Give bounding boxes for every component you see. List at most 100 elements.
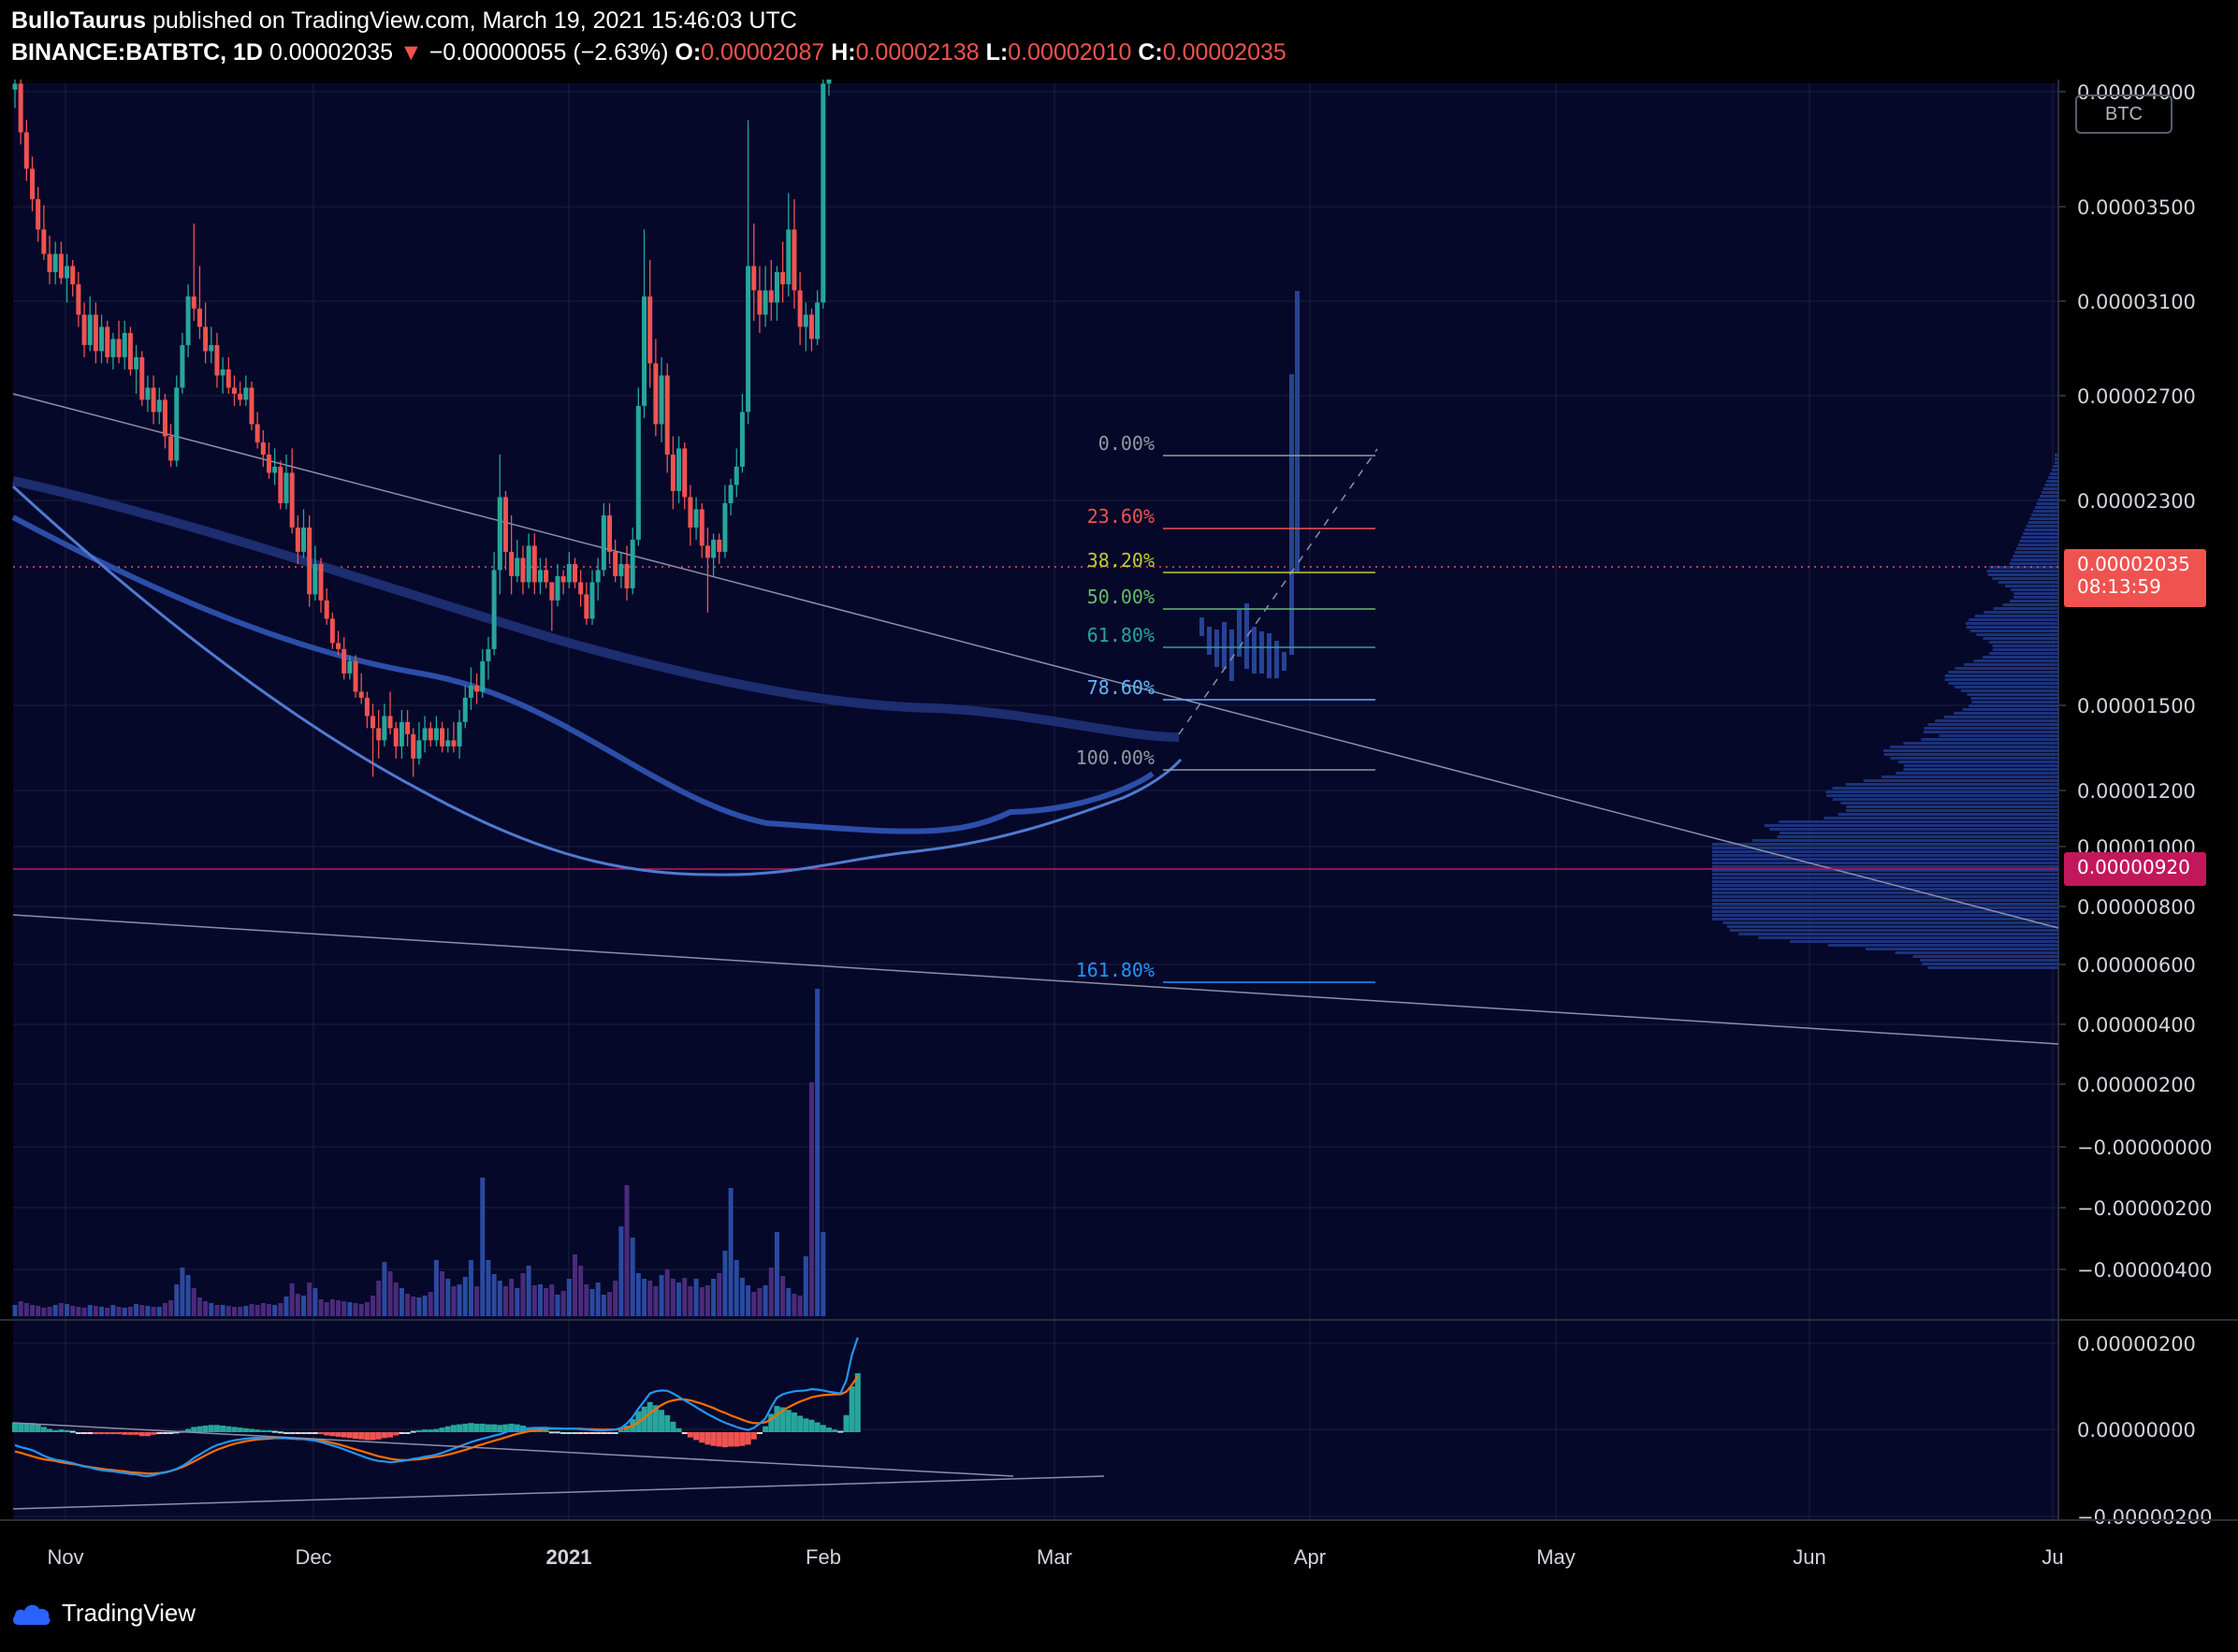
macd-histogram-bar — [548, 1431, 555, 1434]
volume-profile-row — [1935, 719, 2058, 722]
volume-profile-row — [1882, 775, 2058, 778]
volume-bar — [705, 1285, 710, 1316]
volume-profile-row — [2055, 461, 2058, 464]
candle-body — [185, 296, 191, 345]
volume-profile-row — [1896, 772, 2058, 775]
candle-body — [41, 229, 47, 254]
chart-area[interactable]: 0.00004000 0.00003500 0.00003100 0.00002700… — [0, 80, 2238, 1587]
volume-bar — [209, 1303, 214, 1316]
candle — [174, 375, 180, 467]
candle-body — [387, 716, 393, 729]
volume-profile-row — [1712, 906, 2058, 909]
tradingview-logo[interactable]: TradingView — [11, 1599, 196, 1628]
projection-bar — [1207, 627, 1212, 655]
candle-body — [480, 660, 486, 692]
macd-histogram-bar — [422, 1429, 429, 1432]
volume-bar — [324, 1302, 329, 1316]
candle-body — [122, 332, 127, 357]
candle — [353, 655, 358, 698]
candle-body — [549, 582, 555, 601]
macd-histogram-bar — [560, 1432, 567, 1434]
volume-bar — [515, 1288, 520, 1316]
candle-body — [399, 721, 404, 746]
projection-bar — [1289, 374, 1294, 655]
time-axis-label: Feb — [806, 1545, 841, 1569]
candle-body — [699, 509, 705, 546]
volume-bar — [225, 1306, 231, 1316]
volume-profile-row — [1712, 910, 2058, 913]
macd-histogram-bar — [763, 1426, 769, 1432]
volume-bar — [116, 1307, 122, 1316]
symbol-label[interactable]: BINANCE:BATBTC, 1D — [11, 39, 263, 65]
candle-body — [272, 466, 278, 473]
macd-histogram-bar — [104, 1432, 110, 1435]
macd-histogram-bar — [410, 1430, 416, 1433]
volume-profile-row — [2044, 484, 2058, 486]
candle-body — [555, 575, 560, 601]
macd-histogram-bar — [64, 1429, 70, 1432]
candle-body — [520, 558, 526, 583]
macd-histogram-bar — [814, 1422, 821, 1432]
volume-bar — [537, 1284, 543, 1316]
candle-body — [162, 399, 167, 437]
candle-body — [717, 539, 722, 552]
macd-histogram-bar — [589, 1432, 595, 1434]
volume-profile-row — [1712, 884, 2058, 887]
volume-profile-row — [1846, 805, 2058, 808]
volume-profile-row — [1826, 794, 2058, 797]
volume-profile-row — [1983, 637, 2058, 640]
volume-profile-row — [2040, 495, 2058, 498]
macd-histogram-bar — [854, 1373, 861, 1432]
candle-body — [584, 594, 589, 619]
macd-histogram-bar — [572, 1432, 578, 1434]
volume-bar — [572, 1254, 577, 1316]
macd-histogram-bar — [144, 1432, 151, 1437]
price-axis-label: 0.00000400 — [2077, 1014, 2196, 1036]
volume-profile-row — [1712, 918, 2058, 920]
volume-profile-row — [1712, 903, 2058, 906]
macd-histogram-bar — [554, 1431, 560, 1434]
volume-profile-row — [1845, 809, 2058, 812]
macd-histogram-bar — [450, 1425, 457, 1432]
volume-profile-row — [1838, 813, 2058, 816]
macd-histogram-bar — [122, 1432, 128, 1435]
volume-profile-row — [2055, 457, 2058, 460]
macd-histogram-bar — [162, 1432, 168, 1434]
currency-badge[interactable]: BTC — [2075, 94, 2173, 134]
brand-name: TradingView — [62, 1599, 196, 1627]
candle-body — [70, 266, 76, 284]
volume-bar — [382, 1262, 387, 1316]
macd-histogram-bar — [676, 1427, 682, 1432]
volume-profile-row — [1769, 828, 2058, 831]
macd-histogram-bar — [491, 1424, 498, 1432]
macd-histogram-bar — [756, 1432, 763, 1434]
macd-histogram-bar — [127, 1432, 134, 1435]
volume-profile-row — [2021, 536, 2058, 539]
volume-profile-row — [2027, 521, 2058, 524]
volume-profile-row — [1912, 955, 2058, 958]
author-name[interactable]: BulloTaurus — [11, 7, 146, 34]
macd-histogram-bar — [116, 1432, 123, 1435]
volume-bar — [105, 1308, 110, 1316]
volume-bar — [289, 1283, 295, 1316]
volume-bar — [329, 1299, 335, 1316]
candle-body — [422, 728, 428, 741]
volume-bar — [566, 1279, 572, 1316]
macd-histogram-bar — [312, 1432, 318, 1434]
volume-bar — [688, 1286, 693, 1316]
candle-body — [156, 399, 162, 413]
macd-axis-label: 0.00000200 — [2077, 1333, 2196, 1355]
macd-histogram-bar — [47, 1428, 53, 1432]
projection-bar — [1214, 630, 1219, 667]
volume-profile-row — [1712, 847, 2058, 849]
volume-bar — [445, 1279, 451, 1316]
chart-canvas[interactable]: 0.000040000.000035000.000031000.00002700… — [0, 80, 2238, 1587]
volume-profile-row — [2038, 499, 2058, 501]
volume-profile-row — [1962, 708, 2058, 711]
volume-bar — [520, 1273, 526, 1316]
candle-body — [751, 266, 757, 291]
volume-bar — [295, 1294, 300, 1316]
candle-body — [722, 502, 728, 552]
projection-bar — [1244, 603, 1249, 669]
price-axis-label: −0.00000400 — [2077, 1259, 2213, 1282]
